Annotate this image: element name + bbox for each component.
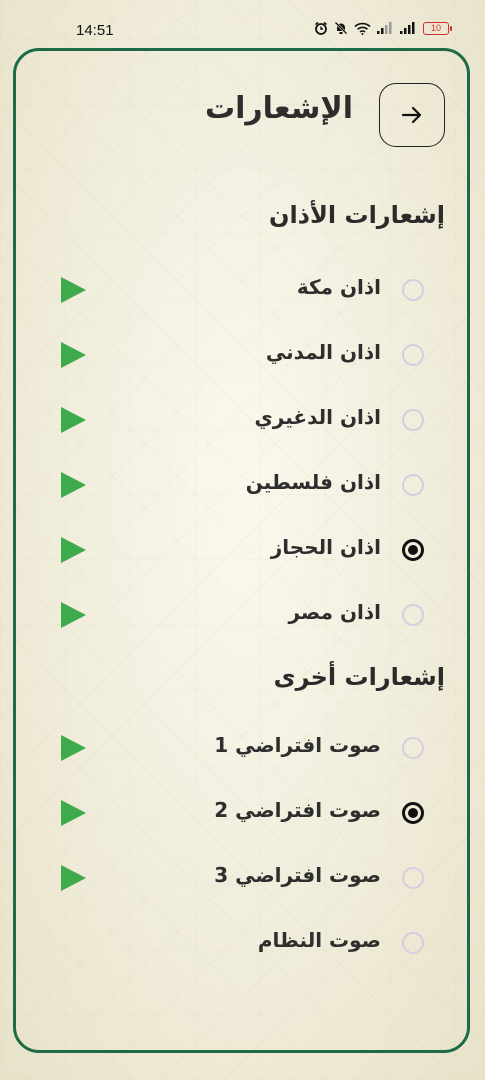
play-icon[interactable] [58, 340, 88, 370]
option-label: اذان فلسطين [245, 470, 381, 494]
signal-icon [377, 22, 392, 34]
radio-button[interactable] [402, 867, 424, 889]
radio-button[interactable] [402, 344, 424, 366]
option-row-adhan-makkah[interactable]: اذان مكة [16, 267, 467, 313]
option-row-system-sound[interactable]: صوت النظام [16, 920, 467, 966]
play-icon[interactable] [58, 405, 88, 435]
wifi-icon [354, 22, 371, 35]
option-row-default-2[interactable]: صوت افتراضي 2 [16, 790, 467, 836]
option-row-default-1[interactable]: صوت افتراضي 1 [16, 725, 467, 771]
option-label: اذان مكة [296, 275, 381, 299]
status-time: 14:51 [76, 22, 114, 39]
play-icon[interactable] [58, 600, 88, 630]
radio-button[interactable] [402, 932, 424, 954]
option-label: اذان مصر [288, 600, 381, 624]
mute-icon [334, 21, 348, 35]
alarm-icon [315, 21, 327, 35]
option-label: صوت النظام [257, 928, 381, 952]
play-icon[interactable] [58, 535, 88, 565]
radio-button[interactable] [402, 409, 424, 431]
option-label: صوت افتراضي 2 [214, 798, 381, 822]
option-row-default-3[interactable]: صوت افتراضي 3 [16, 855, 467, 901]
radio-button[interactable] [402, 604, 424, 626]
radio-button-selected[interactable] [402, 802, 424, 824]
battery-icon: 10 [423, 21, 452, 35]
radio-button[interactable] [402, 474, 424, 496]
page-title: الإشعارات [204, 91, 353, 126]
radio-button[interactable] [402, 737, 424, 759]
option-label: صوت افتراضي 3 [214, 863, 381, 887]
option-row-adhan-egypt[interactable]: اذان مصر [16, 592, 467, 638]
arrow-right-icon [401, 106, 422, 124]
notifications-card: الإشعارات إشعارات الأذان اذان مكة اذان ا… [13, 48, 470, 1053]
option-row-adhan-dughairi[interactable]: اذان الدغيري [16, 397, 467, 443]
radio-button-selected[interactable] [402, 539, 424, 561]
play-icon[interactable] [58, 470, 88, 500]
option-label: اذان المدني [265, 340, 381, 364]
section-title-adhan: إشعارات الأذان [268, 201, 445, 229]
status-icons: 10 [314, 21, 452, 35]
option-row-adhan-madani[interactable]: اذان المدني [16, 332, 467, 378]
play-icon[interactable] [58, 275, 88, 305]
option-label: اذان الدغيري [254, 405, 381, 429]
section-title-other: إشعارات أخرى [273, 663, 445, 691]
play-icon[interactable] [58, 863, 88, 893]
battery-level: 10 [430, 22, 441, 33]
option-row-adhan-palestine[interactable]: اذان فلسطين [16, 462, 467, 508]
option-row-adhan-hijaz[interactable]: اذان الحجاز [16, 527, 467, 573]
radio-button[interactable] [402, 279, 424, 301]
play-icon[interactable] [58, 733, 88, 763]
option-label: صوت افتراضي 1 [214, 733, 381, 757]
play-icon[interactable] [58, 798, 88, 828]
option-label: اذان الحجاز [270, 535, 381, 559]
status-bar: 14:51 10 [0, 0, 485, 44]
back-button[interactable] [379, 83, 445, 147]
signal-icon [400, 22, 415, 34]
